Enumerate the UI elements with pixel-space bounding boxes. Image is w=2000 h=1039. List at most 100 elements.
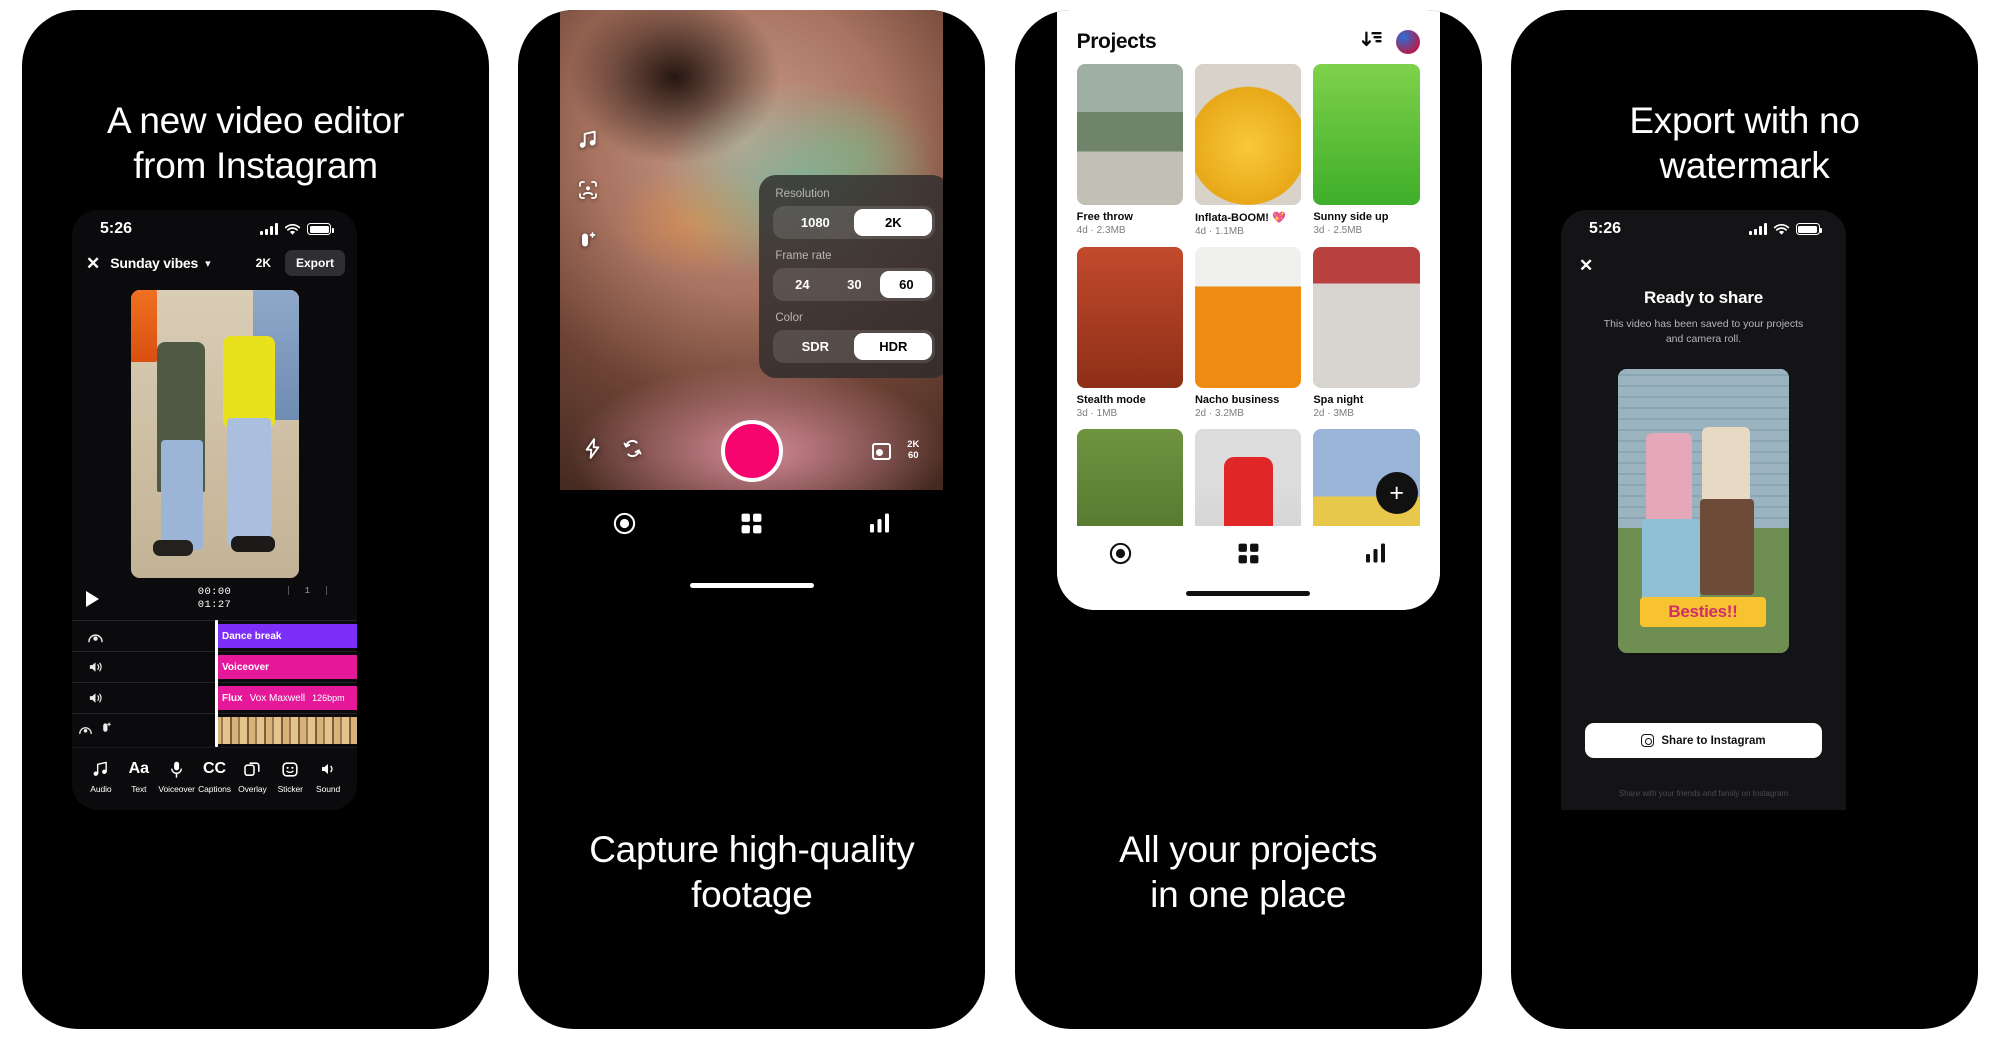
- color-option-sdr[interactable]: SDR: [776, 333, 854, 360]
- project-thumbnail[interactable]: [1194, 64, 1302, 205]
- project-thumbnail[interactable]: [1076, 64, 1183, 205]
- panel-export-headline: Export with no watermark: [1629, 100, 1860, 187]
- editor-topbar: ✕ Sunday vibes ▾ 2K Export: [72, 242, 357, 284]
- projects-device-mock: Projects Free throw 4d · 2.3MB Inflata-B…: [1056, 10, 1440, 610]
- tab-insights[interactable]: [1364, 542, 1387, 569]
- tab-projects[interactable]: [740, 512, 763, 540]
- music-note-icon[interactable]: [578, 130, 598, 153]
- export-footer-note: Share with your friends and family on In…: [1618, 789, 1789, 798]
- project-card[interactable]: Spa night 2d · 3MB: [1313, 247, 1420, 419]
- transport-bar: 00:00 01:27 1: [72, 578, 357, 620]
- share-to-instagram-button[interactable]: Share to Instagram: [1584, 723, 1822, 758]
- status-time: 5:26: [1588, 220, 1622, 237]
- record-button[interactable]: [720, 420, 783, 482]
- camera-tabbar: [560, 490, 944, 602]
- page-title: Projects: [1076, 30, 1157, 53]
- panel-camera: Resolution 1080 2K Frame rate 24 30 60 C…: [518, 10, 986, 1029]
- flash-icon[interactable]: [584, 437, 601, 465]
- tab-insights[interactable]: [868, 512, 891, 539]
- editor-toolbar: Audio Aa Text Voiceover CC Captions Over…: [72, 747, 357, 794]
- tool-voiceover[interactable]: Voiceover: [158, 759, 196, 794]
- resolution-option-1080[interactable]: 1080: [776, 209, 854, 236]
- avatar[interactable]: [1395, 30, 1420, 54]
- panel-editor: A new video editor from Instagram 5:26 ✕…: [22, 10, 489, 1029]
- quality-badge[interactable]: 2K 60: [907, 439, 919, 462]
- sticker-icon: [271, 759, 309, 779]
- project-thumbnail[interactable]: [1194, 247, 1302, 388]
- volume-icon[interactable]: [72, 660, 118, 674]
- panel-projects: Projects Free throw 4d · 2.3MB Inflata-B…: [1014, 10, 1482, 1029]
- export-button[interactable]: Export: [284, 250, 345, 276]
- project-title[interactable]: Sunday vibes: [110, 255, 198, 271]
- filter-icon[interactable]: [100, 721, 112, 740]
- home-indicator: [1186, 591, 1311, 596]
- new-project-button[interactable]: +: [1375, 472, 1418, 514]
- camera-settings-popup[interactable]: Resolution 1080 2K Frame rate 24 30 60 C…: [759, 175, 944, 378]
- gallery-icon[interactable]: [872, 442, 892, 460]
- play-icon[interactable]: [86, 591, 99, 607]
- projects-grid: Free throw 4d · 2.3MB Inflata-BOOM! 💖 4d…: [1057, 64, 1440, 590]
- project-card[interactable]: Stealth mode 3d · 1MB: [1076, 247, 1183, 419]
- tool-captions[interactable]: CC Captions: [196, 759, 234, 794]
- export-subtext: This video has been saved to your projec…: [1603, 318, 1804, 346]
- tool-audio[interactable]: Audio: [82, 759, 120, 794]
- tool-sticker[interactable]: Sticker: [271, 759, 309, 794]
- battery-icon: [307, 223, 334, 235]
- panel-camera-caption: Capture high-quality footage: [589, 828, 915, 915]
- tool-sound[interactable]: Sound: [309, 759, 347, 794]
- framerate-option-60[interactable]: 60: [880, 271, 933, 298]
- export-video-preview[interactable]: Besties!!: [1617, 369, 1789, 654]
- panel-export: Export with no watermark 5:26 ✕ Ready to…: [1510, 10, 1978, 1029]
- clip-dance-break[interactable]: Dance break: [215, 624, 357, 648]
- project-card[interactable]: Free throw 4d · 2.3MB: [1076, 64, 1183, 237]
- music-note-icon: [82, 759, 120, 779]
- project-card[interactable]: Nacho business 2d · 3.2MB: [1194, 247, 1302, 419]
- project-card[interactable]: Inflata-BOOM! 💖 4d · 1.1MB: [1194, 64, 1302, 237]
- wifi-icon: [1773, 223, 1790, 235]
- tab-projects[interactable]: [1237, 542, 1260, 570]
- playhead[interactable]: [215, 620, 218, 747]
- color-option-hdr[interactable]: HDR: [854, 333, 933, 360]
- status-bar: 5:26: [1561, 210, 1846, 242]
- tool-text[interactable]: Aa Text: [120, 759, 158, 794]
- tab-record[interactable]: [1109, 542, 1132, 570]
- tab-record[interactable]: [613, 512, 636, 540]
- instagram-icon: [1641, 734, 1655, 747]
- close-icon[interactable]: ✕: [1561, 242, 1846, 276]
- resolution-option-2k[interactable]: 2K: [854, 209, 933, 236]
- wifi-icon: [284, 223, 301, 235]
- resolution-label: Resolution: [775, 188, 830, 200]
- resolution-segmented-control[interactable]: 1080 2K: [773, 206, 936, 239]
- color-label: Color: [775, 312, 803, 324]
- tool-overlay[interactable]: Overlay: [233, 759, 271, 794]
- app-store-screenshot-set: A new video editor from Instagram 5:26 ✕…: [0, 0, 2000, 1039]
- framerate-option-30[interactable]: 30: [828, 271, 880, 298]
- clip-music[interactable]: Flux Vox Maxwell 126bpm: [215, 686, 357, 710]
- cellular-signal-icon: [260, 223, 278, 235]
- framerate-option-24[interactable]: 24: [776, 271, 828, 298]
- project-thumbnail[interactable]: [1076, 247, 1183, 388]
- effects-icon[interactable]: [72, 630, 118, 643]
- volume-icon[interactable]: [72, 691, 118, 705]
- text-icon: Aa: [128, 760, 150, 777]
- effects-icon[interactable]: [79, 722, 92, 740]
- project-card[interactable]: Sunny side up 3d · 2.5MB: [1313, 64, 1420, 237]
- camera-device-mock: Resolution 1080 2K Frame rate 24 30 60 C…: [560, 10, 944, 602]
- framerate-segmented-control[interactable]: 24 30 60: [773, 268, 936, 301]
- clip-filmstrip[interactable]: [215, 717, 357, 744]
- add-effect-icon[interactable]: [578, 231, 598, 255]
- close-icon[interactable]: ✕: [86, 255, 100, 272]
- flip-camera-icon[interactable]: [623, 439, 642, 464]
- timeline-tracks[interactable]: Dance break Voiceover Flux Vox Maxwell 1…: [72, 620, 357, 747]
- clip-voiceover[interactable]: Voiceover: [215, 655, 357, 679]
- sort-icon[interactable]: [1361, 31, 1382, 53]
- color-segmented-control[interactable]: SDR HDR: [773, 330, 936, 363]
- resolution-badge[interactable]: 2K: [256, 256, 271, 270]
- status-time: 5:26: [100, 220, 133, 237]
- video-preview[interactable]: [130, 290, 299, 578]
- project-thumbnail[interactable]: [1313, 247, 1420, 388]
- green-screen-icon[interactable]: [578, 180, 598, 204]
- camera-left-rail: [578, 130, 598, 255]
- chevron-down-icon[interactable]: ▾: [205, 257, 211, 270]
- project-thumbnail[interactable]: [1313, 64, 1420, 205]
